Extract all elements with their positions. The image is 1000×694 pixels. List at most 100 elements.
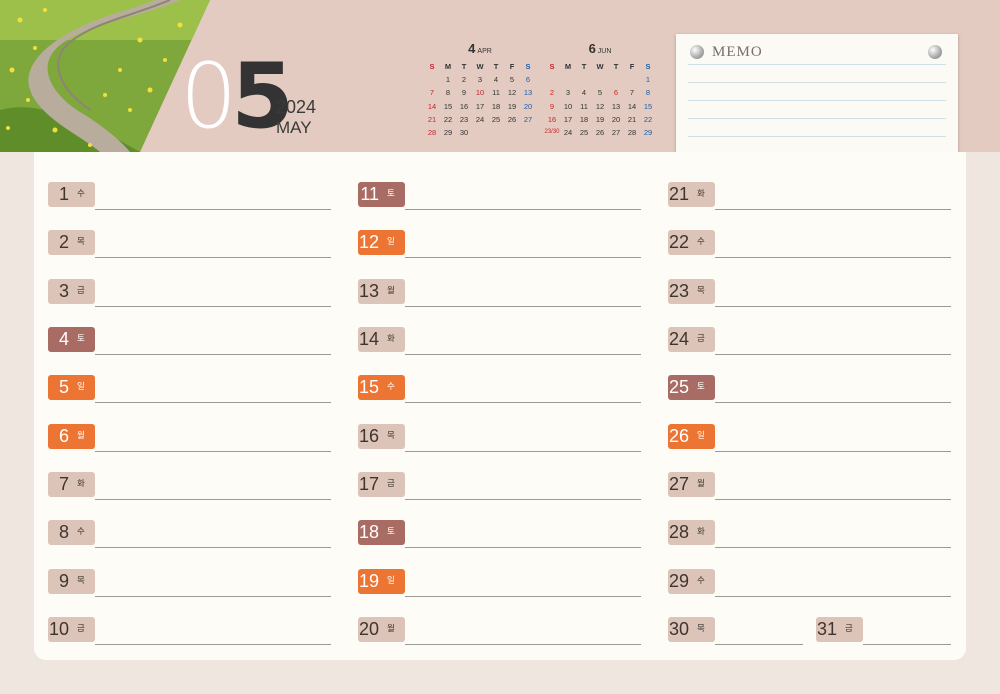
- day-writing-line[interactable]: [405, 644, 641, 645]
- day-of-week: 토: [387, 527, 395, 537]
- mini-day-cell: 17: [563, 114, 573, 124]
- mini-day-cell: 10: [563, 101, 573, 111]
- mini-day-cell: 18: [491, 101, 501, 111]
- day-writing-line[interactable]: [95, 644, 331, 645]
- day-writing-line[interactable]: [863, 644, 951, 645]
- day-writing-line[interactable]: [95, 596, 331, 597]
- mini-day-cell: 22: [643, 114, 653, 124]
- mini-weekday-header: S: [645, 62, 651, 71]
- mini-month-abbr: APR: [477, 48, 492, 55]
- day-badge: 6월: [48, 424, 95, 449]
- mini-weekday-header: S: [549, 62, 555, 71]
- day-badge: 28 화: [668, 520, 715, 545]
- day-of-week: 목: [387, 431, 395, 441]
- day-writing-line[interactable]: [95, 257, 331, 258]
- day-number: 11: [360, 184, 379, 204]
- day-number: 20: [358, 619, 379, 639]
- day-of-week: 금: [845, 624, 853, 634]
- day-writing-line[interactable]: [715, 306, 951, 307]
- mini-calendar-title: 6 JUN: [544, 42, 656, 56]
- day-badge: 23 목: [668, 279, 715, 304]
- mini-weekday-header: S: [429, 62, 435, 71]
- day-writing-line[interactable]: [715, 499, 951, 500]
- mini-day-cell: 27: [611, 127, 621, 137]
- day-writing-line[interactable]: [95, 209, 331, 210]
- mini-day-cell: 15: [643, 101, 653, 111]
- day-writing-line[interactable]: [715, 402, 951, 403]
- day-badge: 1수: [48, 182, 95, 207]
- day-badge: 7화: [48, 472, 95, 497]
- day-badge: 2목: [48, 230, 95, 255]
- day-writing-line[interactable]: [405, 499, 641, 500]
- mini-day-cell: [576, 73, 592, 86]
- mini-day-cell: 21: [427, 114, 437, 124]
- day-badge: 31 금: [816, 617, 863, 642]
- day-writing-line[interactable]: [715, 596, 951, 597]
- day-of-week: 화: [77, 479, 85, 489]
- day-writing-line[interactable]: [95, 354, 331, 355]
- day-number: 26: [668, 426, 689, 446]
- planner-card: [34, 152, 966, 660]
- mini-weekday-header: F: [629, 62, 635, 71]
- mini-day-cell: 13: [523, 88, 533, 98]
- mini-calendar-grid: S M T W T F S 1 2 3 4 5 6 7 8 9 10 11 12 13 14 15 16 17 18 19 20 21…: [424, 60, 536, 139]
- day-writing-line[interactable]: [715, 354, 951, 355]
- day-writing-line[interactable]: [405, 402, 641, 403]
- mini-day-cell: [472, 126, 488, 139]
- day-of-week: 화: [697, 527, 705, 537]
- day-number: 22: [668, 232, 689, 252]
- mini-day-cell: 8: [445, 88, 451, 98]
- mini-calendar-title: 4 APR: [424, 42, 536, 56]
- day-writing-line[interactable]: [405, 354, 641, 355]
- day-number: 17: [358, 474, 379, 494]
- mini-day-cell: 11: [492, 88, 500, 98]
- day-writing-line[interactable]: [95, 451, 331, 452]
- day-writing-line[interactable]: [405, 209, 641, 210]
- day-writing-line[interactable]: [95, 402, 331, 403]
- day-of-week: 토: [697, 382, 705, 392]
- day-badge: 17 금: [358, 472, 405, 497]
- mini-day-cell: 20: [611, 114, 621, 124]
- day-number: 15: [358, 377, 379, 397]
- mini-day-cell: 23/30: [544, 128, 560, 135]
- day-writing-line[interactable]: [715, 451, 951, 452]
- mini-day-cell: 9: [461, 88, 467, 98]
- day-writing-line[interactable]: [405, 306, 641, 307]
- mini-day-cell: 22: [443, 114, 453, 124]
- day-writing-line[interactable]: [405, 596, 641, 597]
- day-writing-line[interactable]: [715, 257, 951, 258]
- mini-day-cell: 5: [509, 75, 515, 85]
- day-writing-line[interactable]: [95, 547, 331, 548]
- day-badge: 15 수: [358, 375, 405, 400]
- day-number: 19: [358, 571, 379, 591]
- day-badge: 8수: [48, 520, 95, 545]
- day-writing-line[interactable]: [715, 547, 951, 548]
- day-number: 27: [668, 474, 689, 494]
- mini-day-cell: 8: [645, 88, 651, 98]
- day-badge: 24 금: [668, 327, 715, 352]
- mini-day-cell: 16: [459, 101, 469, 111]
- day-badge: 18 토: [358, 520, 405, 545]
- day-writing-line[interactable]: [405, 547, 641, 548]
- mini-day-cell: 24: [563, 127, 573, 137]
- mini-day-cell: 19: [507, 101, 517, 111]
- day-badge: 12 일: [358, 230, 405, 255]
- mini-day-cell: [520, 126, 536, 139]
- day-writing-line[interactable]: [405, 451, 641, 452]
- day-writing-line[interactable]: [405, 257, 641, 258]
- day-writing-line[interactable]: [95, 306, 331, 307]
- day-writing-line[interactable]: [715, 644, 803, 645]
- mini-day-cell: 21: [627, 114, 637, 124]
- day-of-week: 목: [77, 576, 85, 586]
- mini-month-abbr: JUN: [597, 48, 612, 55]
- mini-month-number: 6: [588, 41, 596, 56]
- day-of-week: 금: [387, 479, 395, 489]
- mini-day-cell: 26: [595, 127, 605, 137]
- day-badge: 30 목: [668, 617, 715, 642]
- day-writing-line[interactable]: [715, 209, 951, 210]
- day-badge: 19 일: [358, 569, 405, 594]
- day-of-week: 화: [387, 334, 395, 344]
- day-writing-line[interactable]: [95, 499, 331, 500]
- mini-day-cell: [560, 73, 576, 86]
- mini-day-cell: 30: [459, 127, 469, 137]
